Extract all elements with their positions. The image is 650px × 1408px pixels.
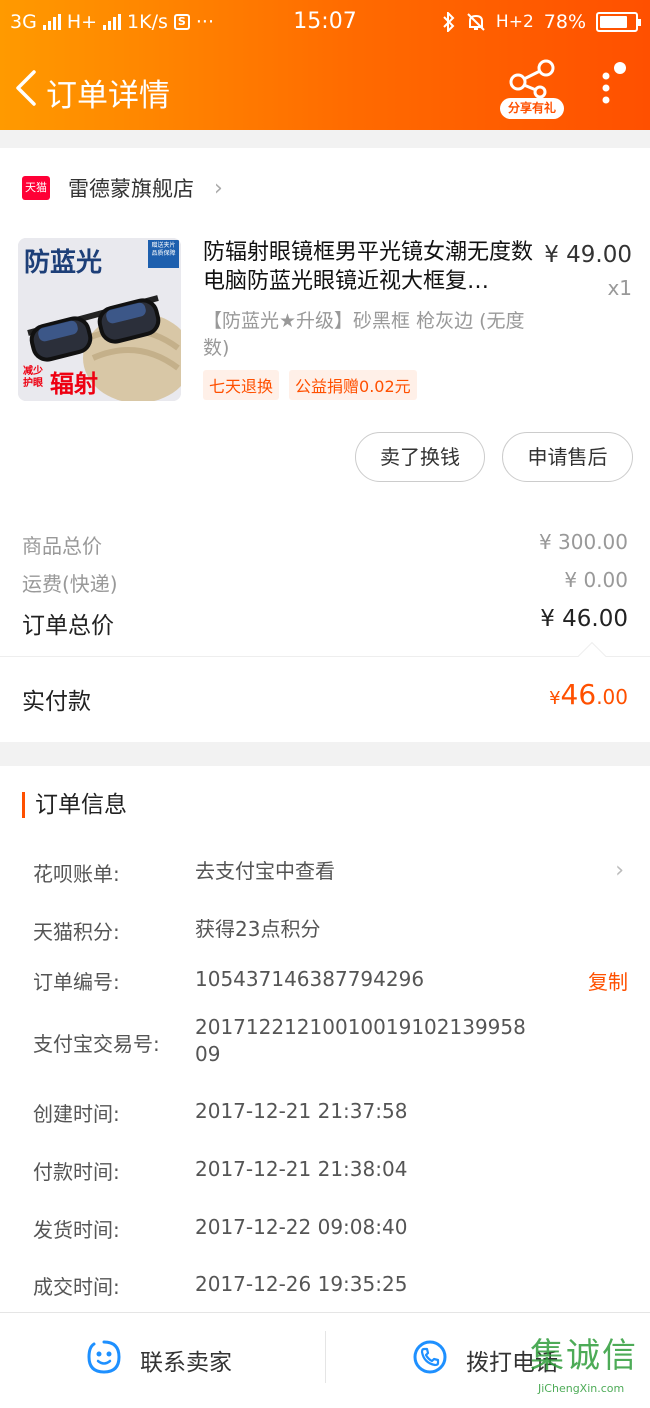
navbar: 订单详情 分享有礼 — [0, 50, 650, 130]
battery-icon — [596, 12, 641, 32]
order-total-row: 订单总价 ¥ 46.00 — [22, 606, 628, 640]
info-value: 获得23点积分 — [195, 917, 321, 941]
order-total-value: ¥ 46.00 — [540, 606, 628, 632]
store-name[interactable]: 雷德蒙旗舰店 — [68, 173, 194, 203]
paid-value: ¥46.00 — [549, 678, 628, 711]
product-price: ¥ 49.00 — [544, 242, 632, 268]
bluetooth-icon — [443, 12, 455, 32]
info-key: 创建时间: — [33, 1102, 120, 1126]
share-icon — [509, 59, 555, 98]
paid-currency: ¥ — [549, 688, 561, 709]
paid-int: 46 — [560, 678, 597, 711]
image-title-text: 防蓝光 — [24, 248, 103, 278]
divider — [0, 656, 650, 657]
info-value: 2017-12-21 21:37:58 — [195, 1099, 408, 1123]
copy-button[interactable]: 复制 — [588, 966, 628, 995]
watermark-url: JiChengXin.com — [538, 1382, 625, 1395]
paid-label: 实付款 — [22, 689, 91, 715]
order-info-title: 订单信息 — [22, 792, 127, 818]
info-value: 2017-12-21 21:38:04 — [195, 1157, 408, 1181]
info-value: 去支付宝中查看 — [195, 859, 335, 883]
info-key: 成交时间: — [33, 1275, 120, 1299]
info-key: 支付宝交易号: — [33, 1032, 160, 1056]
goods-total-value: ¥ 300.00 — [538, 530, 628, 554]
order-item-card: 天猫 雷德蒙旗舰店 › 防蓝光 赠送夹片 品质保障 减少 护眼 辐射 防辐射眼镜… — [0, 148, 650, 742]
shipping-value: ¥ 0.00 — [564, 568, 628, 592]
info-value: 2017-12-22 09:08:40 — [195, 1215, 408, 1239]
battery-percent: 78% — [543, 11, 586, 33]
network3-label: H+2 — [495, 12, 534, 32]
back-arrow-icon[interactable] — [12, 68, 42, 108]
goods-total-row: 商品总价 ¥ 300.00 — [22, 530, 628, 559]
contact-seller-label: 联系卖家 — [140, 1350, 232, 1376]
phone-icon — [413, 1340, 447, 1374]
image-small-text: 减少 护眼 — [23, 366, 43, 389]
info-value: 2017-12-26 19:35:25 — [195, 1272, 408, 1296]
tag-return: 七天退换 — [203, 370, 280, 400]
order-info-card: 订单信息 花呗账单: 去支付宝中查看 › 天猫积分: 获得23点积分 订单编号:… — [0, 766, 650, 1312]
sell-button[interactable]: 卖了换钱 — [355, 432, 485, 482]
info-key: 花呗账单: — [33, 862, 120, 886]
order-total-label: 订单总价 — [22, 613, 114, 639]
header: 3G H+ 1K/s S ··· 15:07 H+2 78% 订单详情 分享有礼 — [0, 0, 650, 130]
info-value: 105437146387794296 — [195, 967, 425, 991]
mute-bell-icon — [467, 13, 485, 31]
paid-dec: .00 — [596, 685, 628, 709]
contact-seller-button[interactable]: 联系卖家 — [0, 1313, 325, 1403]
after-sale-button[interactable]: 申请售后 — [502, 432, 633, 482]
info-key: 天猫积分: — [33, 920, 120, 944]
service-tags: 七天退换 公益捐赠0.02元 — [203, 370, 417, 400]
status-right: H+2 78% — [442, 11, 641, 33]
shipping-row: 运费(快递) ¥ 0.00 — [22, 568, 628, 597]
shipping-label: 运费(快递) — [22, 572, 118, 596]
chat-face-icon — [87, 1340, 121, 1374]
product-image[interactable]: 防蓝光 赠送夹片 品质保障 减少 护眼 辐射 — [18, 238, 181, 401]
tmall-badge-icon: 天猫 — [22, 176, 50, 200]
info-key: 发货时间: — [33, 1218, 120, 1242]
chevron-right-icon: › — [615, 858, 624, 883]
image-badge-text: 赠送夹片 品质保障 — [151, 242, 176, 257]
share-label: 分享有礼 — [500, 98, 564, 119]
store-header[interactable]: 天猫 雷德蒙旗舰店 › — [0, 170, 650, 206]
more-vertical-icon[interactable] — [596, 60, 630, 116]
goods-total-label: 商品总价 — [22, 534, 102, 558]
tag-charity: 公益捐赠0.02元 — [289, 370, 417, 400]
product-qty: x1 — [607, 276, 632, 300]
status-bar: 3G H+ 1K/s S ··· 15:07 H+2 78% — [0, 0, 650, 44]
info-key: 付款时间: — [33, 1160, 120, 1184]
site-watermark: 集诚信 JiChengXin.com — [530, 1328, 648, 1406]
chevron-right-icon: › — [214, 176, 223, 201]
product-title[interactable]: 防辐射眼镜框男平光镜女潮无度数电脑防蓝光眼镜近视大框复… — [203, 238, 533, 296]
watermark-text: 集诚信 — [530, 1336, 638, 1376]
share-button[interactable]: 分享有礼 — [500, 58, 564, 120]
page-title: 订单详情 — [46, 78, 170, 114]
caret-up-icon — [577, 641, 607, 671]
image-big-text: 辐射 — [50, 370, 98, 398]
info-value: 2017122121001001910213995809 — [195, 1015, 526, 1066]
info-key: 订单编号: — [33, 970, 120, 994]
product-sku: 【防蓝光★升级】砂黑框 枪灰边 (无度数) — [203, 310, 525, 359]
